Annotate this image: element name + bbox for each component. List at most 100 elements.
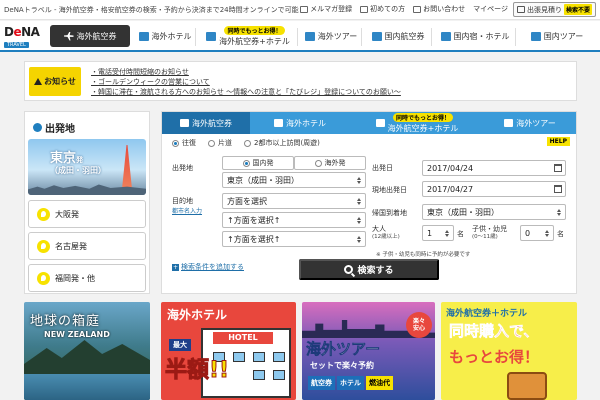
adult-label: 大人 (12歳以上) [372, 225, 400, 240]
help-button[interactable]: HELP [546, 137, 570, 146]
search-tabs: 海外航空券 海外ホテル 同時でもっとお得！ 海外航空券+ホテル 海外ツアー [162, 112, 576, 134]
select-arrows-icon [357, 236, 362, 243]
origin-domestic-toggle[interactable]: 国内発 [222, 156, 294, 170]
search-tab-flights[interactable]: 海外航空券 [162, 112, 250, 134]
notice-item[interactable]: ・韓国に滞在・渡航される方へのお知らせ ～情報への注意と「たびレジ」登録について… [91, 87, 401, 97]
departure-nagoya-button[interactable]: 名古屋発 [28, 232, 146, 260]
banner-overseas-hotel[interactable]: 海外ホテル HOTEL 最大 半額!! [161, 302, 296, 400]
nav-tab-domestic-hotels[interactable]: 国内宿・ホテル [434, 23, 516, 50]
notice-list: ・電話受付時間短縮のお知らせ ・ゴールデンウィークの営業について ・韓国に滞在・… [91, 67, 401, 97]
dena-travel-logo[interactable]: DeNA TRAVEL [4, 26, 46, 48]
child-note: ※ 子供・幼児も同時に予約が必要です [376, 252, 471, 258]
origin-select[interactable]: 東京（成田・羽田） [222, 172, 366, 188]
add-search-condition-link[interactable]: + 検索条件を追加する [172, 262, 244, 272]
site-tagline: DeNAトラベル - 海外航空券・格安航空券の検索・予約から決済まで24時間オン… [4, 5, 306, 14]
suitcase-illustration [507, 372, 547, 400]
notice-label: お知らせ [29, 67, 81, 96]
nav-tab-domestic-flights[interactable]: 国内航空券 [364, 23, 432, 50]
select-arrows-icon [445, 230, 450, 237]
trip-type-group: 往復 片道 2都市以上訪問(周遊) [172, 138, 320, 148]
destination-select-1[interactable]: 方面を選択 [222, 193, 366, 209]
tour-tags: 航空券 ホテル 燃油代 [308, 376, 393, 390]
departure-osaka-button[interactable]: 大阪発 [28, 200, 146, 228]
airplane-hotel-icon [375, 119, 385, 127]
main-nav: DeNA TRAVEL 海外航空券 海外ホテル 同時でもっとお得！ 海外航空券+ホ… [0, 21, 600, 52]
search-icon [344, 265, 354, 274]
anshin-badge: 楽々 安心 [406, 312, 432, 338]
trip-type-multicity[interactable]: 2都市以上訪問(周遊) [244, 138, 320, 148]
utility-links: メルマガ登録 初めての方 お問い合わせ マイページ [300, 4, 508, 14]
location-pin-icon [33, 123, 42, 132]
tour-icon [504, 119, 514, 127]
domestic-tour-icon [530, 32, 541, 41]
lake-illustration [24, 374, 150, 400]
mypage-link[interactable]: マイページ [473, 4, 508, 14]
search-button[interactable]: 検索する [299, 259, 439, 280]
adult-count-select[interactable]: 1 [422, 225, 454, 241]
select-arrows-icon [357, 177, 362, 184]
adult-unit: 名 [457, 230, 464, 238]
contact-link[interactable]: お問い合わせ [413, 4, 465, 14]
city-name-input-link[interactable]: 都市名入力 [172, 206, 202, 215]
notice-item[interactable]: ・ゴールデンウィークの営業について [91, 77, 401, 87]
return-airport-select[interactable]: 東京（成田・羽田） [422, 204, 566, 220]
origin-overseas-toggle[interactable]: 海外発 [294, 156, 366, 170]
nav-tab-overseas-hotels[interactable]: 海外ホテル [134, 23, 196, 50]
newsletter-link[interactable]: メルマガ登録 [300, 4, 352, 14]
origin-label: 出発地 [172, 164, 193, 172]
warning-icon [34, 78, 43, 85]
nav-tab-overseas-flights[interactable]: 海外航空券 [50, 25, 130, 47]
airplane-hotel-icon [206, 32, 217, 41]
airplane-icon [180, 119, 189, 127]
return-airport-label: 帰国到着地 [372, 209, 407, 217]
banner-overseas-tour[interactable]: 楽々 安心 海外ツアー セットで楽々予約 航空券 ホテル 燃油代 [302, 302, 435, 400]
pin-icon [37, 239, 50, 253]
notice-box: お知らせ ・電話受付時間短縮のお知らせ ・ゴールデンウィークの営業について ・韓… [24, 61, 577, 101]
business-quote-button[interactable]: 出張見積り 検索不要 [512, 2, 596, 17]
nav-promo-pill: 同時でもっとお得！ [224, 26, 285, 35]
first-time-link[interactable]: 初めての方 [360, 4, 405, 14]
child-unit: 名 [557, 230, 564, 238]
info-icon [360, 5, 369, 13]
tour-icon [304, 32, 315, 41]
domestic-hotel-icon [440, 32, 451, 41]
help-icon [413, 5, 422, 13]
trip-type-roundtrip[interactable]: 往復 [172, 138, 196, 148]
depart-date-label: 出発日 [372, 164, 393, 172]
child-count-select[interactable]: 0 [520, 225, 554, 241]
mountain-illustration [24, 340, 150, 376]
flight-search-panel: 海外航空券 海外ホテル 同時でもっとお得！ 海外航空券+ホテル 海外ツアー 往復 … [161, 111, 577, 294]
trip-type-oneway[interactable]: 片道 [208, 138, 232, 148]
search-tab-tours[interactable]: 海外ツアー [484, 112, 576, 134]
departure-title: 出発地 [33, 120, 75, 135]
nav-tab-flight-hotel[interactable]: 同時でもっとお得！ 海外航空券+ホテル [198, 23, 298, 50]
local-depart-label: 現地出発日 [372, 186, 407, 194]
select-arrows-icon [545, 230, 550, 237]
departure-fukuoka-button[interactable]: 福岡発・他 [28, 264, 146, 292]
search-tab-flight-hotel[interactable]: 同時でもっとお得！ 海外航空券+ホテル [350, 112, 484, 134]
notice-item[interactable]: ・電話受付時間短縮のお知らせ [91, 67, 401, 77]
destination-label: 目的地 都市名入力 [172, 197, 203, 215]
calendar-icon[interactable] [554, 185, 562, 193]
depart-date-input[interactable]: 2017/04/24 [422, 160, 566, 176]
quote-badge: 検索不要 [563, 4, 592, 15]
destination-select-3[interactable]: ↑方面を選択↑ [222, 231, 366, 247]
page: DeNAトラベル - 海外航空券・格安航空券の検索・予約から決済まで24時間オン… [0, 0, 600, 400]
banner-flight-hotel[interactable]: 海外航空券＋ホテル 同時購入で、 もっとお得！ [441, 302, 577, 400]
pin-icon [37, 271, 50, 285]
banner-new-zealand[interactable]: 地球の箱庭 NEW ZEALAND [24, 302, 150, 400]
domestic-plane-icon [371, 32, 382, 41]
top-strip: DeNAトラベル - 海外航空券・格安航空券の検索・予約から決済まで24時間オン… [0, 0, 600, 20]
destination-select-2[interactable]: ↑方面を選択↑ [222, 212, 366, 228]
hotel-icon [138, 32, 149, 41]
departure-tokyo-card[interactable]: 東京発 （成田・羽田） [28, 139, 146, 195]
nav-tab-domestic-tours[interactable]: 国内ツアー [518, 23, 596, 50]
child-label: 子供・幼児 (0～11歳) [472, 225, 507, 240]
calendar-icon[interactable] [554, 164, 562, 172]
local-depart-date-input[interactable]: 2017/04/27 [422, 181, 566, 197]
select-arrows-icon [557, 209, 562, 216]
nav-tab-overseas-tours[interactable]: 海外ツアー [300, 23, 362, 50]
search-tab-hotels[interactable]: 海外ホテル [250, 112, 350, 134]
airplane-icon [63, 31, 74, 41]
departure-panel: 出発地 東京発 （成田・羽田） 大阪発 名古屋発 福岡発・他 [24, 111, 150, 294]
